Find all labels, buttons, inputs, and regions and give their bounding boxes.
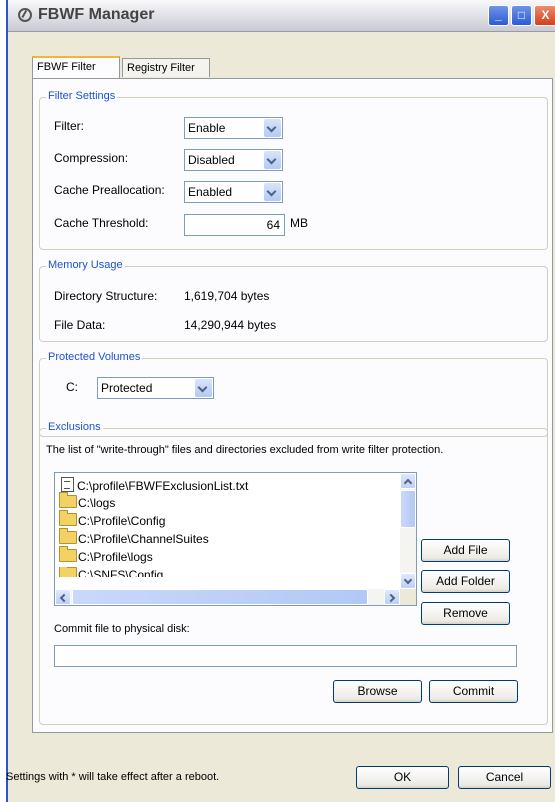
filter-value: Enable [188, 121, 226, 135]
scrollbar-corner [400, 589, 416, 605]
cache-threshold-value: 64 [266, 218, 280, 232]
volume-protection-dropdown[interactable]: Protected [97, 377, 214, 399]
memory-usage-group: Memory Usage Directory Structure: 1,619,… [39, 259, 548, 342]
close-button[interactable]: X [534, 5, 555, 26]
protected-volumes-group: Protected Volumes C: Protected [39, 351, 548, 437]
vertical-scroll-thumb[interactable] [400, 490, 416, 528]
text-file-icon [61, 477, 74, 492]
folder-icon [59, 528, 77, 544]
chevron-down-icon[interactable] [195, 379, 212, 397]
tab-fbwf-filter[interactable]: FBWF Filter [32, 56, 120, 78]
file-data-value: 14,290,944 bytes [184, 318, 277, 332]
exclusions-description: The list of "write-through" files and di… [46, 444, 444, 456]
fbwf-filter-panel: Filter Settings Filter: Enable Compressi… [32, 78, 553, 733]
compression-value: Disabled [188, 153, 235, 167]
compression-label: Compression: [54, 151, 129, 165]
file-data-label: File Data: [54, 318, 106, 332]
window-title: FBWF Manager [38, 6, 155, 23]
list-item-path: C:\profile\FBWFExclusionList.txt [77, 479, 249, 493]
cache-prealloc-value: Enabled [188, 185, 233, 199]
filter-label: Filter: [54, 119, 84, 133]
list-item-path: C:\Profile\logs [78, 550, 153, 564]
app-icon [18, 8, 32, 22]
ok-button[interactable]: OK [356, 766, 449, 789]
chevron-down-icon[interactable] [264, 151, 281, 169]
list-item-path: C:\Profile\ChannelSuites [78, 532, 209, 546]
folder-icon [59, 546, 77, 562]
add-folder-button[interactable]: Add Folder [421, 570, 510, 593]
commit-file-label: Commit file to physical disk: [54, 623, 190, 635]
exclusions-group: Exclusions The list of "write-through" f… [39, 421, 548, 725]
list-item[interactable]: C:\Profile\Config [59, 510, 166, 531]
horizontal-scroll-thumb[interactable] [72, 589, 368, 605]
minimize-button[interactable]: _ [488, 5, 509, 26]
cache-threshold-input[interactable]: 64 [184, 214, 285, 236]
list-item-path: C:\logs [78, 496, 116, 510]
chevron-down-icon[interactable] [264, 119, 281, 137]
commit-file-input[interactable] [54, 645, 517, 667]
maximize-button[interactable]: □ [511, 5, 532, 26]
horizontal-scrollbar[interactable] [55, 589, 400, 605]
list-item[interactable]: C:\profile\FBWFExclusionList.txt [59, 477, 248, 495]
reboot-note: Settings with * will take effect after a… [6, 771, 220, 783]
chevron-down-icon[interactable] [264, 183, 281, 201]
filter-settings-group: Filter Settings Filter: Enable Compressi… [39, 90, 548, 250]
list-item[interactable]: C:\Profile\ChannelSuites [59, 528, 209, 549]
list-item[interactable]: C:\SNFS\Config [59, 567, 163, 577]
directory-structure-label: Directory Structure: [54, 289, 158, 303]
compression-dropdown[interactable]: Disabled [184, 149, 283, 171]
memory-usage-legend: Memory Usage [46, 259, 125, 271]
scroll-right-arrow-icon[interactable] [384, 589, 400, 605]
filter-dropdown[interactable]: Enable [184, 117, 283, 139]
scroll-up-arrow-icon[interactable] [400, 473, 416, 489]
volume-protection-value: Protected [101, 381, 153, 395]
folder-icon [59, 492, 77, 508]
browse-button[interactable]: Browse [333, 680, 422, 703]
cache-prealloc-label: Cache Preallocation: [54, 183, 165, 197]
title-bar[interactable]: FBWF Manager _ □ X [8, 0, 555, 32]
list-item-path: C:\SNFS\Config [78, 568, 164, 577]
scroll-down-arrow-icon[interactable] [400, 573, 416, 589]
tab-registry-filter[interactable]: Registry Filter [122, 58, 210, 77]
cache-threshold-unit: MB [290, 216, 308, 230]
filter-settings-legend: Filter Settings [46, 90, 118, 102]
commit-button[interactable]: Commit [429, 680, 518, 703]
list-item[interactable]: C:\Profile\logs [59, 546, 153, 567]
folder-icon [59, 567, 77, 577]
cache-threshold-label: Cache Threshold: [54, 216, 149, 230]
folder-icon [59, 510, 77, 526]
cache-prealloc-dropdown[interactable]: Enabled [184, 181, 283, 203]
exclusions-list[interactable]: C:\profile\FBWFExclusionList.txt C:\logs… [54, 472, 417, 606]
drive-label: C: [66, 380, 78, 394]
directory-structure-value: 1,619,704 bytes [184, 289, 270, 303]
protected-volumes-legend: Protected Volumes [46, 351, 143, 363]
scroll-left-arrow-icon[interactable] [55, 589, 71, 605]
exclusions-legend: Exclusions [46, 421, 103, 433]
vertical-scrollbar[interactable] [400, 473, 416, 589]
remove-button[interactable]: Remove [421, 602, 510, 625]
list-item-path: C:\Profile\Config [78, 514, 166, 528]
add-file-button[interactable]: Add File [421, 539, 510, 562]
cancel-button[interactable]: Cancel [458, 766, 551, 789]
fbwf-manager-window: FBWF Manager _ □ X Registry Filter FBWF … [6, 0, 555, 802]
